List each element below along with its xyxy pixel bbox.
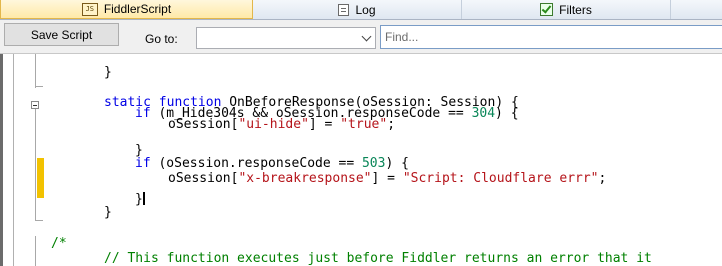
- code-line: }: [135, 144, 143, 157]
- code-line: }: [104, 205, 112, 220]
- tab-log-label: Log: [355, 2, 376, 17]
- code-token: ) {: [495, 106, 519, 121]
- text-caret: [142, 192, 145, 205]
- code-line: /*: [51, 236, 67, 251]
- goto-select[interactable]: [196, 27, 376, 49]
- code-token: if: [135, 106, 151, 121]
- code-token: "true": [340, 117, 388, 132]
- tab-filters[interactable]: Filters: [462, 0, 671, 19]
- code-token: (oSession.responseCode ==: [150, 156, 362, 171]
- log-icon: [338, 3, 350, 16]
- code-line: oSession["x-breakresponse"] = "Script: C…: [168, 171, 607, 186]
- code-token: /*: [51, 236, 67, 251]
- code-token: }: [104, 65, 112, 80]
- goto-label: Go to:: [145, 32, 178, 46]
- code-token: }: [104, 205, 112, 220]
- tab-log[interactable]: Log: [253, 0, 462, 19]
- code-token: // This function executes just before Fi…: [104, 251, 652, 266]
- code-area[interactable]: } static function OnBeforeResponse(oSess…: [0, 54, 722, 266]
- code-token: }: [135, 192, 143, 207]
- find-input[interactable]: Find...: [380, 25, 722, 49]
- code-line: if (oSession.responseCode == 503) {: [135, 156, 409, 171]
- code-token: "x-breakresponse": [238, 171, 372, 186]
- code-token: oSession[: [168, 117, 239, 132]
- code-token: 304: [471, 106, 496, 121]
- code-line: // This function executes just before Fi…: [104, 251, 652, 266]
- checkbox-checked-icon: [540, 3, 554, 16]
- code-token: ) {: [385, 156, 409, 171]
- script-toolbar: Save Script Go to: Find...: [0, 20, 722, 54]
- script-editor[interactable]: } static function OnBeforeResponse(oSess…: [0, 54, 722, 266]
- code-token: ] =: [371, 171, 403, 186]
- code-token: "Script: Cloudflare errr": [402, 171, 599, 186]
- code-token: oSession[: [168, 171, 239, 186]
- code-line: oSession["ui-hide"] = "true";: [168, 117, 396, 132]
- code-token: ] =: [308, 117, 341, 132]
- tab-fiddlerscript-label: FiddlerScript: [103, 2, 172, 16]
- code-token: 503: [361, 156, 386, 171]
- tab-filters-label: Filters: [559, 2, 592, 17]
- code-line: }: [135, 192, 145, 206]
- tab-overflow[interactable]: [671, 0, 722, 19]
- code-token: if: [135, 156, 151, 171]
- tab-fiddlerscript[interactable]: JS FiddlerScript: [0, 0, 253, 19]
- code-token: ;: [598, 171, 607, 186]
- code-token: ;: [387, 117, 396, 132]
- chevron-down-icon[interactable]: [361, 31, 372, 42]
- code-line: }: [104, 65, 112, 80]
- tab-strip: JS FiddlerScript Log Filters: [0, 0, 722, 20]
- save-script-button[interactable]: Save Script: [4, 23, 119, 46]
- code-token: "ui-hide": [238, 117, 309, 132]
- javascript-file-icon: JS: [81, 2, 98, 16]
